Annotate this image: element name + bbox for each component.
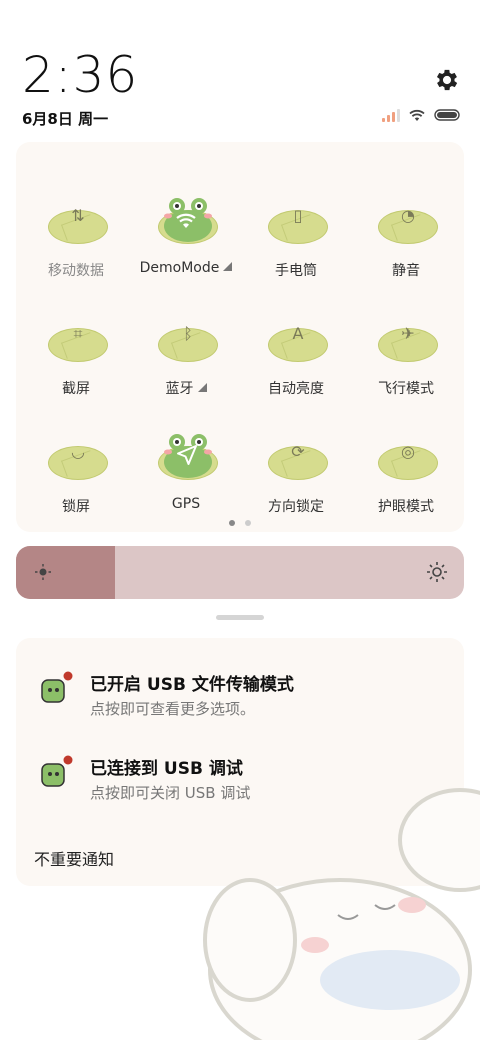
brightness-low-icon	[35, 564, 51, 580]
eye-icon: ◎	[401, 442, 415, 461]
clock[interactable]: 2:36	[22, 46, 138, 104]
bluetooth-icon: ᛒ	[183, 324, 193, 343]
page-dot[interactable]	[245, 520, 251, 526]
notification-title: 已连接到 USB 调试	[90, 759, 243, 779]
tile-label: 蓝牙	[130, 378, 242, 398]
brightness-slider[interactable]	[16, 546, 464, 599]
dropdown-triangle-icon[interactable]	[223, 262, 233, 271]
tile-lock-screen[interactable]: ◡ 锁屏	[20, 398, 132, 516]
tile-flashlight[interactable]: ▯ 手电筒	[240, 162, 352, 280]
tile-label: 护眼模式	[378, 499, 434, 515]
tile-mute[interactable]: ◔ 静音	[350, 162, 462, 280]
quick-settings-panel: ⇅ 移动数据 DemoMode ▯ 手电筒 ◔ 静音 ⌗ 截屏 ᛒ 蓝牙 A 自…	[16, 142, 464, 532]
tile-demomode[interactable]: DemoMode	[130, 162, 242, 280]
tile-auto-brightness[interactable]: A 自动亮度	[240, 280, 352, 398]
wallpaper-illustration	[203, 788, 480, 1040]
date[interactable]: 6月8日 周一	[22, 108, 108, 129]
mobile-data-icon: ⇅	[71, 206, 85, 225]
tile-eye-care[interactable]: ◎ 护眼模式	[350, 398, 462, 516]
battery-icon	[434, 109, 460, 121]
tile-label: GPS	[171, 496, 201, 512]
location-arrow-icon	[177, 445, 197, 465]
tile-label: 自动亮度	[268, 381, 324, 397]
wifi-icon	[409, 109, 425, 121]
tile-label: 移动数据	[48, 263, 104, 279]
airplane-icon: ✈	[401, 324, 415, 343]
rotation-lock-icon: ⟳	[291, 442, 305, 461]
tile-gps[interactable]: GPS	[130, 398, 242, 516]
android-usb-icon	[41, 755, 73, 787]
tile-label: 方向锁定	[268, 499, 324, 515]
tile-bluetooth[interactable]: ᛒ 蓝牙	[130, 280, 242, 398]
tile-screenshot[interactable]: ⌗ 截屏	[20, 280, 132, 398]
tile-label: 截屏	[62, 381, 90, 397]
bell-icon: ◔	[401, 206, 415, 225]
android-usb-icon	[41, 671, 73, 703]
drag-handle[interactable]	[216, 615, 264, 620]
dropdown-triangle-icon[interactable]	[197, 383, 207, 392]
notification-usb-transfer[interactable]: 已开启 USB 文件传输模式 点按即可查看更多选项。	[16, 668, 464, 738]
tile-label: 手电筒	[275, 263, 317, 279]
settings-gear-icon[interactable]	[433, 66, 461, 94]
tile-label: 锁屏	[62, 499, 90, 515]
tile-mobile-data[interactable]: ⇅ 移动数据	[20, 162, 132, 280]
tile-rotation-lock[interactable]: ⟳ 方向锁定	[240, 398, 352, 516]
page-dot-active[interactable]	[229, 520, 235, 526]
unimportant-notifications-link[interactable]: 不重要通知	[34, 846, 114, 870]
tile-label: 飞行模式	[378, 381, 434, 397]
lock-icon: ◡	[71, 442, 85, 461]
screenshot-icon: ⌗	[73, 324, 83, 343]
tile-airplane[interactable]: ✈ 飞行模式	[350, 280, 462, 398]
brightness-fill	[16, 546, 115, 599]
notification-title: 已开启 USB 文件传输模式	[90, 675, 294, 695]
signal-icon	[382, 108, 400, 122]
brightness-high-icon	[427, 562, 447, 582]
page-indicator	[16, 520, 464, 526]
wifi-icon	[176, 213, 196, 228]
auto-brightness-icon: A	[292, 324, 304, 343]
tile-label: DemoMode	[130, 260, 242, 276]
notification-subtitle: 点按即可查看更多选项。	[90, 700, 256, 718]
flashlight-icon: ▯	[293, 206, 303, 225]
tile-label: 静音	[392, 263, 420, 279]
